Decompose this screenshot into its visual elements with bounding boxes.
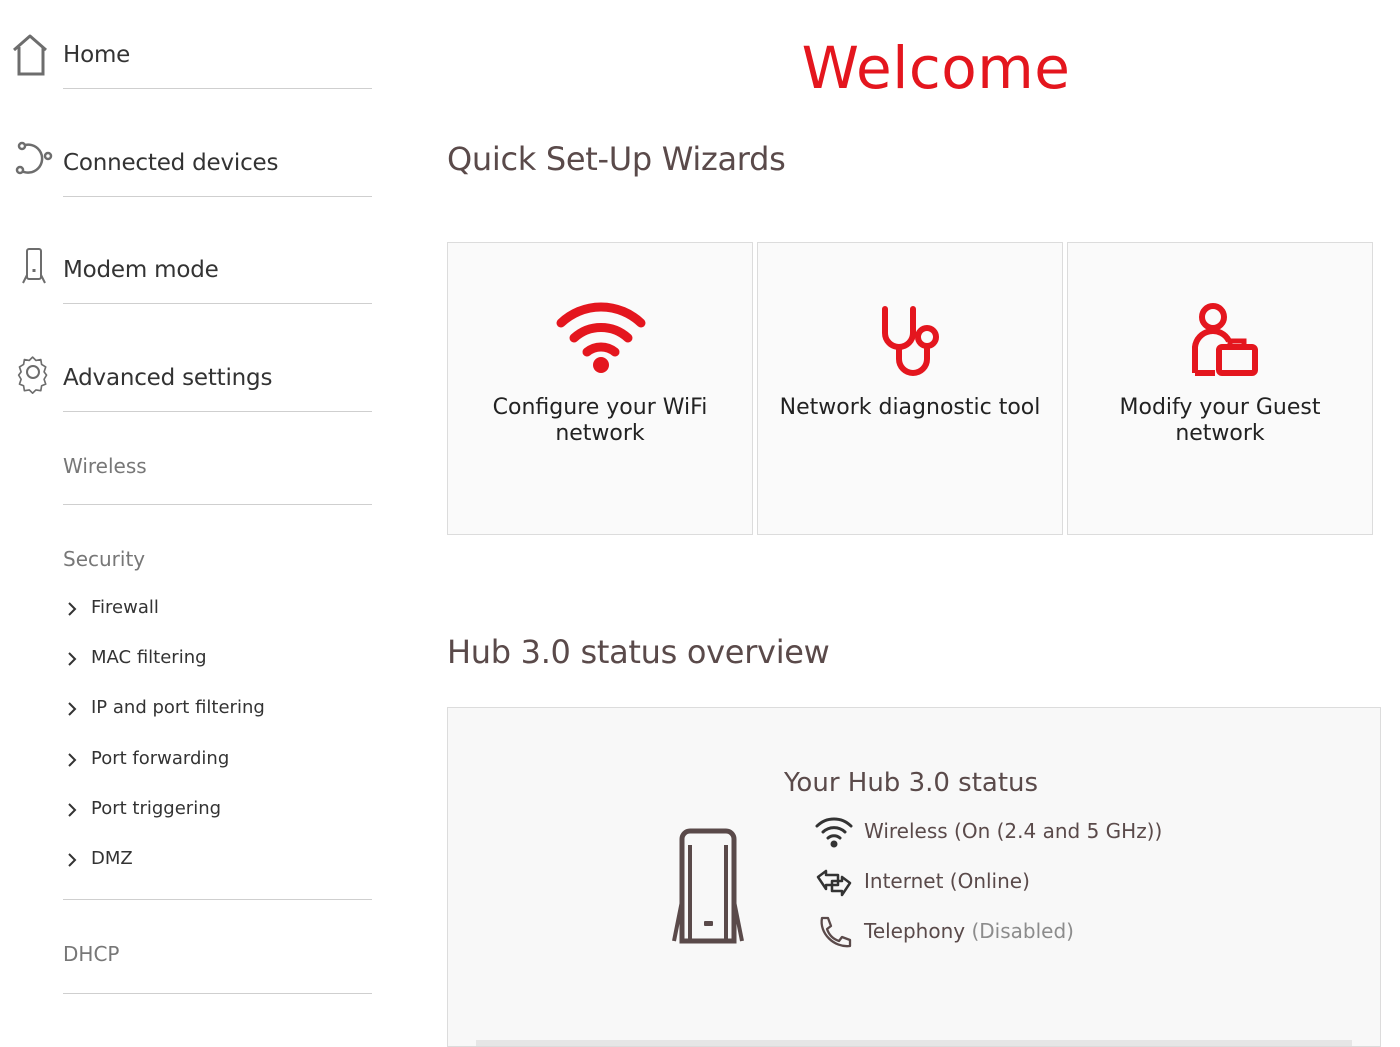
status-panel-footer-bar — [476, 1040, 1352, 1046]
sidebar-item-security[interactable]: Security — [63, 547, 145, 571]
divider — [63, 993, 372, 994]
phone-icon — [814, 915, 854, 949]
sidebar-item-wireless[interactable]: Wireless — [63, 454, 147, 478]
sidebar-item-label: Advanced settings — [63, 365, 273, 391]
status-telephony-text: Telephony (Disabled) — [864, 919, 1074, 943]
gear-icon — [8, 355, 56, 403]
page-title: Welcome — [801, 34, 1071, 102]
divider — [63, 88, 372, 89]
status-section-title: Hub 3.0 status overview — [447, 633, 830, 671]
sidebar-item-advanced-settings[interactable]: Advanced settings — [0, 355, 372, 415]
connected-devices-icon — [8, 140, 56, 188]
wifi-icon — [814, 815, 854, 849]
wizard-label: Modify your Guest network — [1119, 395, 1321, 446]
sidebar-link-label: IP and port filtering — [91, 697, 265, 718]
chevron-right-icon — [66, 801, 80, 819]
chevron-right-icon — [66, 700, 80, 718]
sidebar-item-modem-mode[interactable]: Modem mode — [0, 247, 372, 307]
chevron-right-icon — [66, 751, 80, 769]
internet-icon — [814, 865, 854, 899]
wizard-label: Network diagnostic tool — [779, 395, 1041, 420]
status-heading: Your Hub 3.0 status — [784, 768, 1039, 798]
sidebar-link-label: Port triggering — [91, 798, 222, 819]
sidebar-item-label: Modem mode — [63, 257, 219, 283]
sidebar-item-label: Home — [63, 42, 131, 68]
divider — [63, 504, 372, 505]
telephony-label: Telephony — [864, 919, 966, 943]
chevron-right-icon — [66, 650, 80, 668]
divider — [63, 196, 372, 197]
sidebar-item-connected-devices[interactable]: Connected devices — [0, 140, 372, 200]
wizards-section-title: Quick Set-Up Wizards — [447, 140, 786, 178]
divider — [63, 411, 372, 412]
wizard-card-configure-wifi[interactable]: Configure your WiFi network — [447, 242, 753, 535]
divider — [63, 899, 372, 900]
sidebar-item-home[interactable]: Home — [0, 32, 372, 92]
sidebar-link-label: Port forwarding — [91, 748, 230, 769]
sidebar-item-label: Connected devices — [63, 150, 279, 176]
sidebar-link-label: MAC filtering — [91, 647, 207, 668]
guest-user-icon — [1171, 301, 1271, 381]
chevron-right-icon — [66, 600, 80, 618]
home-icon — [8, 32, 56, 80]
status-wireless-text: Wireless (On (2.4 and 5 GHz)) — [864, 819, 1163, 843]
wizard-card-guest-network[interactable]: Modify your Guest network — [1067, 242, 1373, 535]
hub-device-icon — [670, 823, 750, 948]
modem-icon — [8, 247, 56, 295]
wifi-icon — [551, 301, 651, 381]
telephony-state: (Disabled) — [971, 919, 1074, 943]
stethoscope-icon — [861, 301, 961, 381]
sidebar-link-label: DMZ — [91, 848, 133, 869]
sidebar-link-label: Firewall — [91, 597, 159, 618]
sidebar-item-dhcp[interactable]: DHCP — [63, 942, 119, 966]
status-panel: Your Hub 3.0 status Wireless (On (2.4 an… — [447, 707, 1381, 1047]
status-internet-text: Internet (Online) — [864, 869, 1030, 893]
divider — [63, 303, 372, 304]
wizard-card-network-diagnostic[interactable]: Network diagnostic tool — [757, 242, 1063, 535]
wizard-label: Configure your WiFi network — [492, 395, 708, 446]
chevron-right-icon — [66, 851, 80, 869]
sidebar: Home Connected devices Modem mode Advanc… — [0, 0, 380, 1036]
